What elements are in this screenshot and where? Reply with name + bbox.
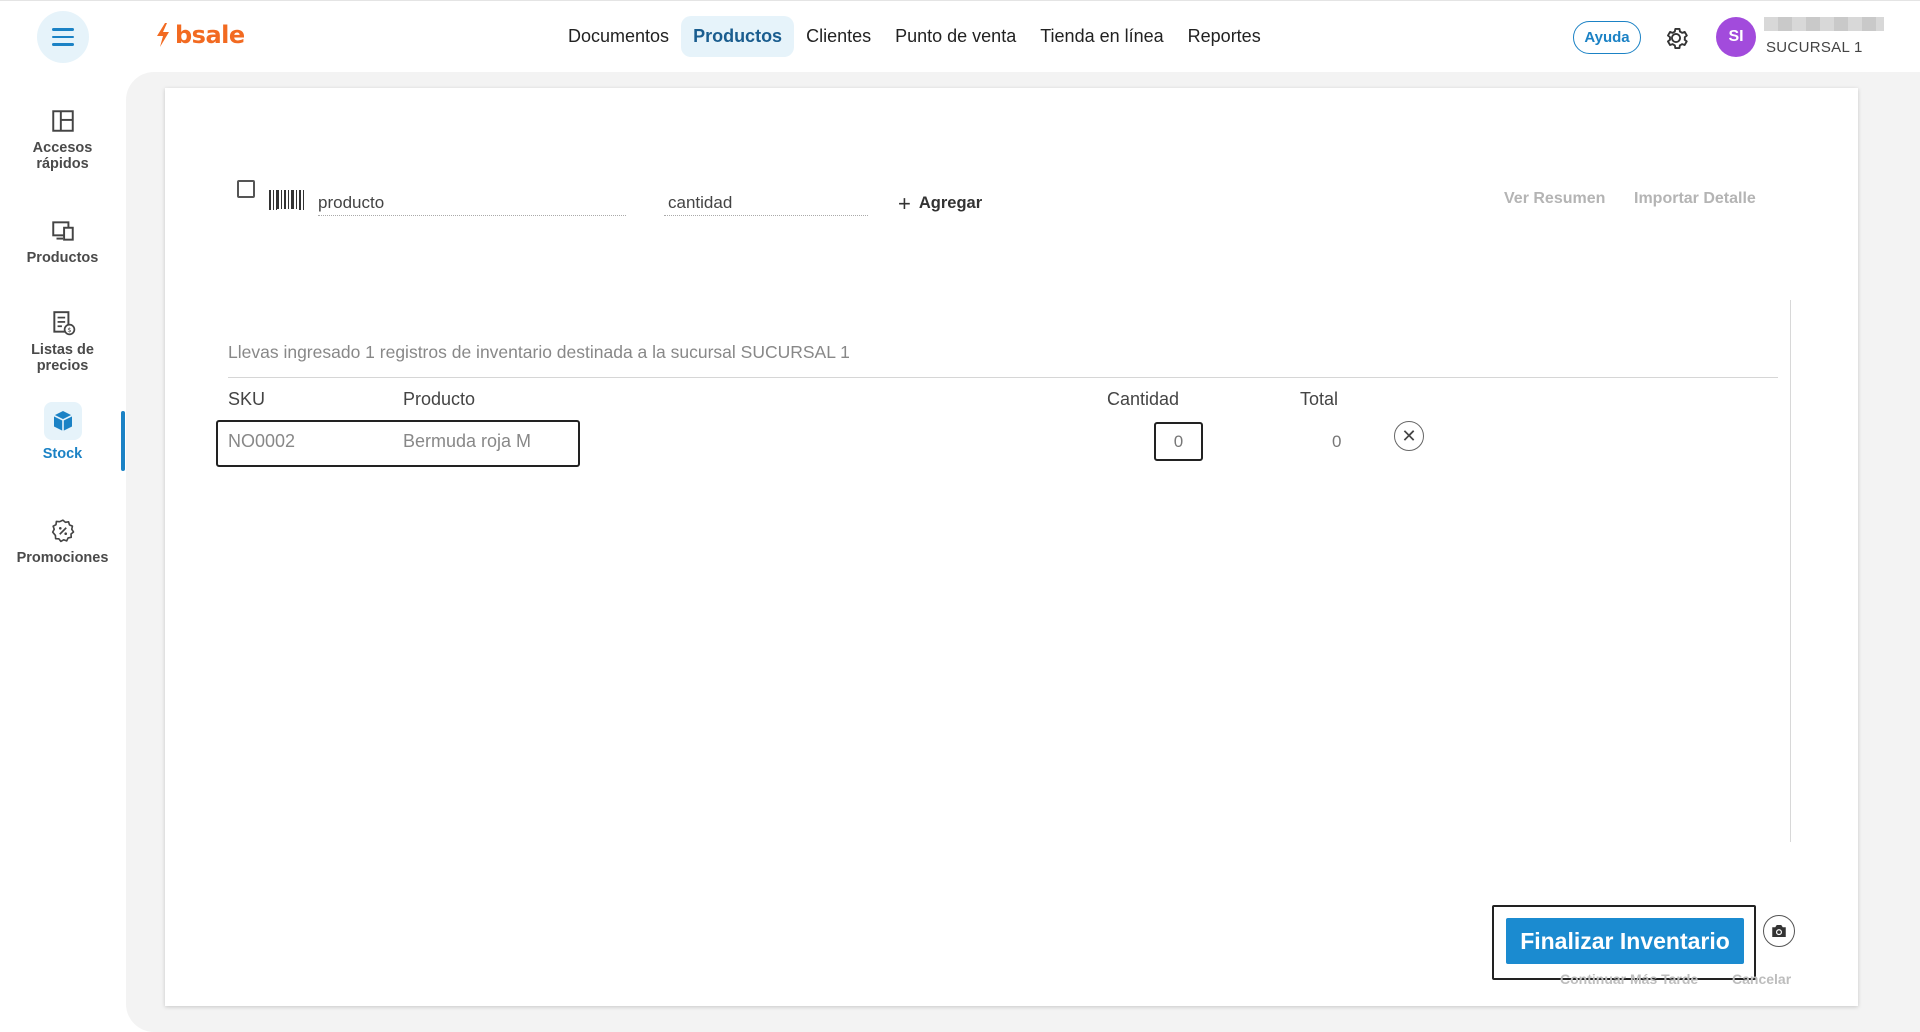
main-nav: Documentos Productos Clientes Punto de v…: [556, 16, 1273, 57]
add-button[interactable]: + Agregar: [898, 190, 983, 216]
top-navbar: bsale Documentos Productos Clientes Punt…: [0, 0, 1920, 70]
gear-icon[interactable]: [1662, 24, 1690, 52]
sidebar-item-label: Accesos: [32, 140, 93, 156]
sidebar: Accesos rápidos Productos $ Listas de pr…: [0, 70, 125, 1032]
quantity-input[interactable]: [664, 190, 868, 216]
sidebar-item-stock[interactable]: Stock: [0, 402, 125, 462]
product-input[interactable]: [318, 190, 626, 216]
cancel-link[interactable]: Cancelar: [1732, 971, 1791, 987]
sidebar-item-label: Productos: [26, 250, 99, 266]
add-button-label: Agregar: [918, 194, 983, 212]
discount-icon: [51, 519, 74, 543]
price-list-icon: $: [52, 311, 75, 336]
barcode-icon: [269, 190, 304, 213]
products-icon: [51, 221, 74, 241]
column-header-product: Producto: [403, 389, 476, 409]
column-header-total: Total: [1300, 389, 1339, 409]
sidebar-item-label: precios: [36, 358, 89, 374]
sidebar-item-label: rápidos: [36, 156, 89, 172]
dashboard-icon: [51, 110, 74, 132]
bolt-icon: [157, 23, 169, 47]
plus-icon: +: [898, 190, 911, 216]
branch-name[interactable]: SUCURSAL 1: [1766, 39, 1863, 56]
row-product: Bermuda roja M: [403, 431, 532, 451]
bsale-logo[interactable]: bsale: [155, 21, 245, 49]
finalize-inventory-button[interactable]: Finalizar Inventario: [1506, 918, 1744, 964]
sidebar-item-productos[interactable]: Productos: [0, 218, 125, 266]
inventory-card: [165, 88, 1858, 1006]
nav-productos[interactable]: Productos: [681, 16, 795, 57]
nav-documentos[interactable]: Documentos: [556, 16, 681, 57]
sidebar-item-promociones[interactable]: Promociones: [0, 518, 125, 566]
continue-later-link[interactable]: Continuar Más Tarde: [1560, 971, 1698, 987]
camera-button[interactable]: [1763, 915, 1795, 947]
help-button[interactable]: Ayuda: [1573, 21, 1641, 54]
view-summary-link[interactable]: Ver Resumen: [1504, 190, 1605, 208]
nav-reportes[interactable]: Reportes: [1176, 16, 1273, 57]
column-header-sku: SKU: [228, 389, 266, 409]
divider: [1790, 300, 1791, 842]
inventory-summary: Llevas ingresado 1 registros de inventar…: [228, 342, 850, 362]
close-icon: ✕: [1401, 425, 1417, 446]
column-header-quantity: Cantidad: [1107, 389, 1180, 409]
sidebar-item-label: Listas de: [31, 342, 94, 358]
nav-clientes[interactable]: Clientes: [794, 16, 883, 57]
box-icon: [43, 402, 82, 440]
camera-icon: [1772, 925, 1786, 937]
user-name-redacted: [1764, 17, 1884, 31]
divider: [228, 377, 1778, 378]
row-sku: NO0002: [228, 431, 296, 451]
remove-row-button[interactable]: ✕: [1394, 421, 1424, 451]
row-total: 0: [1332, 432, 1342, 451]
user-avatar[interactable]: SI: [1716, 17, 1756, 57]
sidebar-item-label: Stock: [42, 446, 83, 462]
menu-toggle-button[interactable]: [37, 11, 89, 63]
sidebar-active-indicator: [121, 411, 125, 471]
sidebar-item-accesos-rapidos[interactable]: Accesos rápidos: [0, 108, 125, 172]
import-detail-link[interactable]: Importar Detalle: [1634, 190, 1756, 208]
hamburger-icon: [52, 26, 74, 49]
nav-tienda-en-linea[interactable]: Tienda en línea: [1028, 16, 1175, 57]
nav-punto-de-venta[interactable]: Punto de venta: [883, 16, 1028, 57]
row-quantity-input[interactable]: 0: [1154, 422, 1203, 461]
scan-mode-checkbox[interactable]: [237, 180, 255, 198]
brand-name: bsale: [175, 21, 245, 49]
sidebar-item-label: Promociones: [16, 550, 109, 566]
sidebar-item-listas-de-precios[interactable]: $ Listas de precios: [0, 310, 125, 374]
svg-text:$: $: [67, 326, 71, 334]
